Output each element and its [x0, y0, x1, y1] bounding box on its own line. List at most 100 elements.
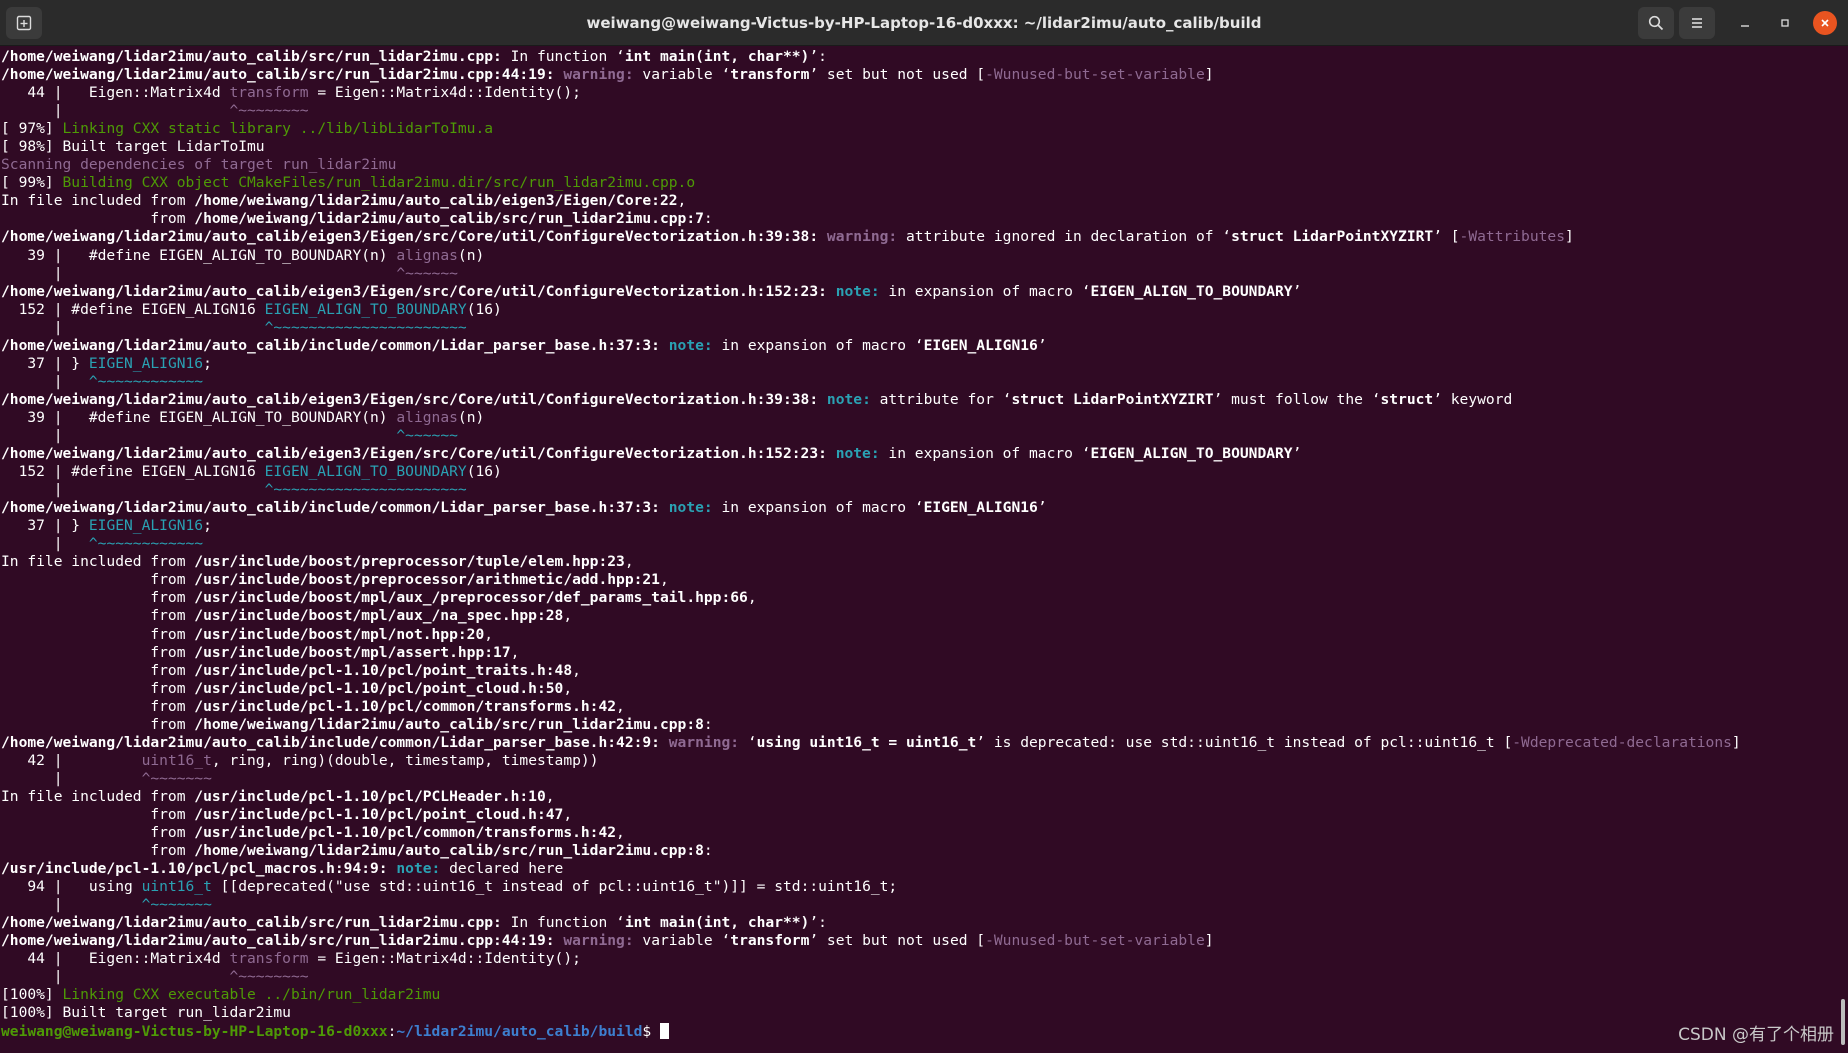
terminal-line: 152 | #define EIGEN_ALIGN16 EIGEN_ALIGN_…: [1, 463, 1848, 481]
terminal-line: /home/weiwang/lidar2imu/auto_calib/eigen…: [1, 283, 1848, 301]
terminal-text: |: [1, 264, 397, 282]
terminal-line: 39 | #define EIGEN_ALIGN_TO_BOUNDARY(n) …: [1, 409, 1848, 427]
terminal-text: /usr/include/pcl-1.10/pcl/common/transfo…: [194, 824, 617, 842]
terminal-line: from /usr/include/pcl-1.10/pcl/common/tr…: [1, 824, 1848, 842]
terminal-line: from /usr/include/pcl-1.10/pcl/common/tr…: [1, 698, 1848, 716]
terminal-text: note:: [826, 390, 871, 408]
terminal-text: ‘: [739, 733, 757, 751]
terminal-text: EIGEN_ALIGN_TO_BOUNDARY: [264, 300, 467, 318]
search-button[interactable]: [1638, 7, 1674, 39]
terminal-text: Linking CXX executable ../bin/run_lidar2…: [62, 986, 441, 1004]
maximize-button[interactable]: [1773, 11, 1797, 35]
terminal-text: 39 | #define EIGEN_ALIGN_TO_BOUNDARY(n): [1, 408, 397, 426]
terminal-text: ’ must follow the ‘: [1213, 390, 1381, 408]
terminal-text: ’ set but not used [: [809, 932, 986, 950]
terminal-text: /usr/include/boost/mpl/assert.hpp:17: [194, 643, 511, 661]
terminal-text: -Wunused-but-set-variable: [985, 66, 1205, 84]
terminal-text: Building CXX object CMakeFiles/run_lidar…: [62, 174, 696, 192]
minimize-button[interactable]: [1733, 11, 1757, 35]
terminal-text: from: [1, 607, 195, 625]
terminal-text: /home/weiwang/lidar2imu/auto_calib/src/r…: [194, 210, 704, 228]
prompt-line[interactable]: weiwang@weiwang-Victus-by-HP-Laptop-16-d…: [1, 1022, 1848, 1041]
terminal-text: from: [1, 571, 195, 589]
terminal-text: /home/weiwang/lidar2imu/auto_calib/inclu…: [1, 733, 660, 751]
terminal-text: /home/weiwang/lidar2imu/auto_calib/src/r…: [1, 914, 502, 932]
menu-button[interactable]: [1679, 7, 1715, 39]
terminal-text: alignas: [396, 246, 458, 264]
terminal-text: struct LidarPointXYZIRT: [1011, 390, 1214, 408]
terminal-text: /home/weiwang/lidar2imu/auto_calib/src/r…: [1, 48, 502, 65]
terminal-text: (n): [457, 408, 485, 426]
terminal-text: ^~~~~~~~~~~~~~~~~~~~~~~: [264, 481, 467, 499]
terminal-text: |: [1, 481, 265, 499]
maximize-icon: [1781, 19, 1789, 27]
terminal-text: from: [1, 715, 195, 733]
terminal-output[interactable]: /home/weiwang/lidar2imu/auto_calib/src/r…: [1, 48, 1848, 1053]
terminal-text: in expansion of macro ‘: [712, 336, 924, 354]
terminal-line: from /usr/include/boost/mpl/assert.hpp:1…: [1, 644, 1848, 662]
terminal-text: -Wattributes: [1459, 228, 1565, 246]
terminal-line: | ^~~~~~~~: [1, 770, 1848, 788]
terminal-line: /home/weiwang/lidar2imu/auto_calib/inclu…: [1, 499, 1848, 517]
scrollbar[interactable]: [1841, 999, 1845, 1045]
terminal-line: | ^~~~~~~: [1, 427, 1848, 445]
terminal-text: using uint16_t = uint16_t: [756, 733, 977, 751]
terminal-text: transform: [730, 932, 810, 950]
terminal-line: from /home/weiwang/lidar2imu/auto_calib/…: [1, 210, 1848, 228]
terminal-text: Linking CXX static library ../lib/libLid…: [62, 120, 494, 138]
terminal-text: ^~~~~~~~~~~~~~~~~~~~~~~: [264, 318, 467, 336]
watermark: CSDN @有了个相册: [1678, 1025, 1834, 1045]
terminal-text: note:: [668, 499, 713, 517]
terminal-text: ^~~~~~~: [396, 426, 458, 444]
terminal-text: from: [1, 697, 195, 715]
terminal-text: /home/weiwang/lidar2imu/auto_calib/eigen…: [194, 192, 678, 210]
terminal-line: from /usr/include/boost/mpl/not.hpp:20,: [1, 626, 1848, 644]
terminal-text: 152 | #define EIGEN_ALIGN16: [1, 463, 265, 481]
terminal-text: warning:: [563, 932, 634, 950]
search-icon: [1648, 15, 1664, 31]
terminal-line: /usr/include/pcl-1.10/pcl/pcl_macros.h:9…: [1, 860, 1848, 878]
terminal-text: ^~~~~~~~~~~~~: [88, 372, 204, 390]
terminal-text: int main(int, char**): [624, 48, 810, 65]
terminal-text: |: [1, 535, 89, 553]
terminal-text: EIGEN_ALIGN16: [923, 499, 1038, 517]
terminal-text: ,: [659, 571, 669, 589]
terminal-text: /usr/include/boost/mpl/aux_/na_spec.hpp:…: [194, 607, 564, 625]
new-tab-button[interactable]: [6, 7, 42, 39]
terminal-text: /usr/include/pcl-1.10/pcl/PCLHeader.h:10: [194, 787, 546, 805]
title-bar: weiwang@weiwang-Victus-by-HP-Laptop-16-d…: [0, 0, 1848, 46]
terminal-text: In file included from: [1, 192, 195, 210]
terminal-text: ’: [1292, 445, 1302, 463]
terminal-text: attribute for ‘: [870, 390, 1012, 408]
terminal-text: -Wunused-but-set-variable: [985, 932, 1205, 950]
terminal-text: (16): [466, 463, 502, 481]
terminal-line: from /usr/include/boost/mpl/aux_/na_spec…: [1, 607, 1848, 625]
terminal-text: /home/weiwang/lidar2imu/auto_calib/eigen…: [1, 228, 819, 246]
terminal-text: |: [1, 968, 230, 986]
terminal-text: /home/weiwang/lidar2imu/auto_calib/src/r…: [194, 842, 704, 860]
terminal-line: 37 | } EIGEN_ALIGN16;: [1, 517, 1848, 535]
close-button[interactable]: [1813, 11, 1837, 35]
terminal-text: note:: [835, 445, 880, 463]
terminal-text: /home/weiwang/lidar2imu/auto_calib/src/r…: [1, 932, 555, 950]
terminal-text: ,: [563, 679, 573, 697]
terminal-text: :: [703, 715, 713, 733]
terminal-line: /home/weiwang/lidar2imu/auto_calib/eigen…: [1, 445, 1848, 463]
terminal-text: :: [703, 842, 713, 860]
terminal-text: EIGEN_ALIGN_TO_BOUNDARY: [264, 463, 467, 481]
terminal-text: ^~~~~~~~: [141, 896, 212, 914]
terminal-line: /home/weiwang/lidar2imu/auto_calib/src/r…: [1, 48, 1848, 66]
terminal-text: EIGEN_ALIGN16: [923, 336, 1038, 354]
terminal-text: = Eigen::Matrix4d::Identity();: [308, 84, 581, 102]
terminal-line: from /usr/include/pcl-1.10/pcl/point_clo…: [1, 806, 1848, 824]
terminal-text: ,: [510, 643, 520, 661]
terminal-line: /home/weiwang/lidar2imu/auto_calib/inclu…: [1, 337, 1848, 355]
terminal-text: from: [1, 210, 195, 228]
terminal-line: from /usr/include/boost/preprocessor/ari…: [1, 571, 1848, 589]
terminal-text: /home/weiwang/lidar2imu/auto_calib/eigen…: [1, 445, 827, 463]
terminal-text: in expansion of macro ‘: [879, 445, 1091, 463]
terminal-text: ,: [747, 589, 757, 607]
terminal-text: ]: [1204, 932, 1214, 950]
